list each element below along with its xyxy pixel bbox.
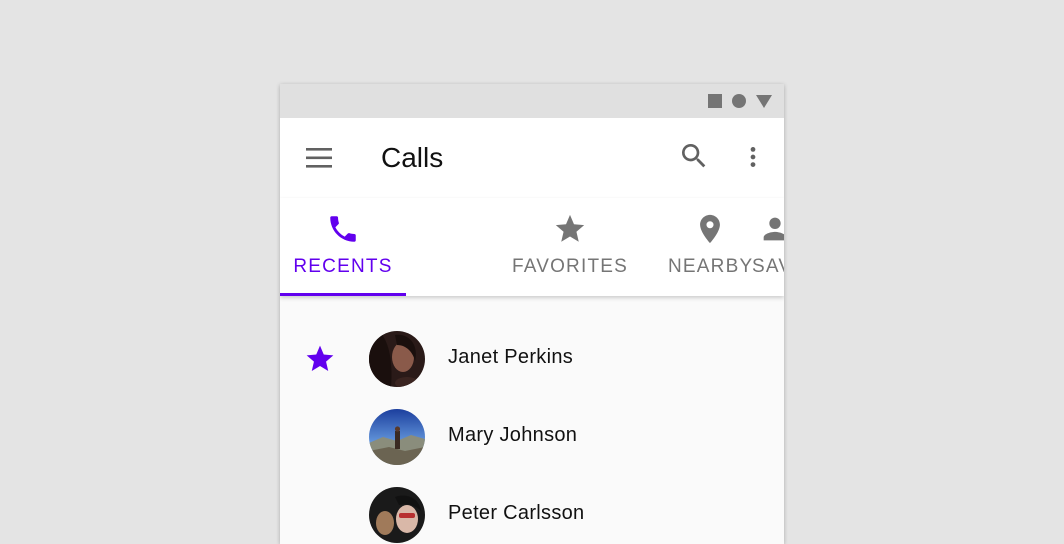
tab-label: NEARBY bbox=[668, 256, 754, 277]
location-pin-icon bbox=[700, 214, 720, 244]
phone-icon bbox=[330, 216, 356, 242]
list-item[interactable]: Janet Perkins bbox=[280, 331, 784, 409]
contact-list: Janet Perkins Mary Johnson Peter Carlsso… bbox=[280, 331, 784, 544]
tab-recents[interactable]: RECENTS bbox=[280, 198, 406, 296]
tab-nearby[interactable]: NEARBY bbox=[668, 198, 752, 296]
tab-label: SAV bbox=[752, 256, 784, 277]
list-item[interactable]: Mary Johnson bbox=[280, 409, 784, 487]
menu-icon[interactable] bbox=[304, 146, 336, 170]
circle-icon bbox=[732, 94, 746, 108]
avatar bbox=[369, 487, 425, 543]
search-icon[interactable] bbox=[678, 140, 710, 172]
tab-label: RECENTS bbox=[293, 256, 393, 277]
top-app-bar: Calls bbox=[280, 118, 784, 198]
square-icon bbox=[708, 94, 722, 108]
avatar bbox=[369, 331, 425, 387]
active-tab-indicator bbox=[280, 293, 406, 296]
contact-name: Janet Perkins bbox=[448, 346, 574, 368]
page-title: Calls bbox=[381, 142, 444, 173]
contact-name: Mary Johnson bbox=[448, 424, 578, 446]
tab-favorites[interactable]: FAVORITES bbox=[494, 198, 646, 296]
tab-label: FAVORITES bbox=[511, 256, 629, 277]
star-icon bbox=[555, 214, 585, 242]
more-vert-icon[interactable] bbox=[740, 142, 766, 172]
phone-frame: Calls RECENTS FAVORITES NEARBY SA Janet … bbox=[280, 84, 784, 544]
status-icons bbox=[708, 94, 772, 108]
avatar bbox=[369, 409, 425, 465]
favorite-star-icon[interactable] bbox=[304, 343, 336, 375]
person-icon bbox=[763, 217, 784, 241]
triangle-icon bbox=[756, 94, 772, 108]
contact-name: Peter Carlsson bbox=[448, 502, 585, 524]
tab-saved[interactable]: SAV bbox=[752, 198, 784, 296]
tab-bar: RECENTS FAVORITES NEARBY SAV bbox=[280, 198, 784, 296]
list-item[interactable]: Peter Carlsson bbox=[280, 487, 784, 544]
status-bar bbox=[280, 84, 784, 118]
